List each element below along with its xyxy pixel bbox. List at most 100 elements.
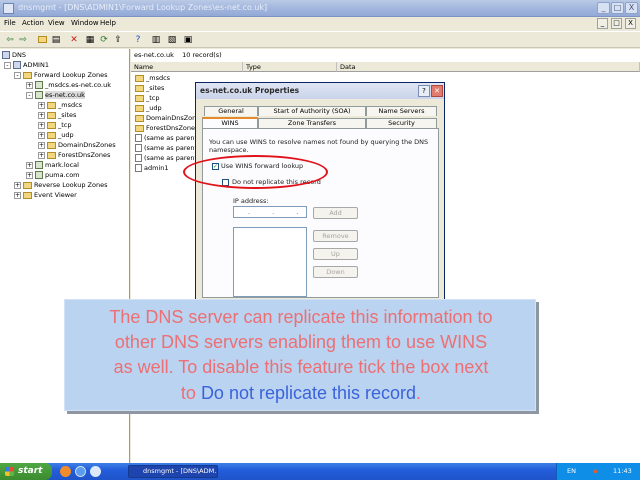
properties-dialog: es-net.co.uk Properties ? ✕ General Star… [195, 82, 445, 300]
tree-node-mark-local[interactable]: + mark.local [26, 161, 79, 169]
zone-icon [35, 91, 43, 99]
tutorial-caption: The DNS server can replicate this inform… [64, 299, 536, 411]
export-icon[interactable]: ⇪ [112, 35, 124, 46]
add-button[interactable]: Add [313, 207, 358, 219]
toolbar: ⇦ ⇨ ▤ ✕ ▦ ⟳ ⇪ ? ▥ ▧ ▣ [0, 31, 640, 48]
tab-soa[interactable]: Start of Authority (SOA) [258, 106, 366, 116]
tree-node-msdcs-zone[interactable]: + _msdcs.es-net.co.uk [26, 81, 111, 89]
ip-address-list[interactable] [233, 227, 307, 297]
server-icon[interactable]: ▥ [150, 35, 162, 46]
list-item[interactable]: _msdcs [135, 74, 170, 82]
dialog-close-button[interactable]: ✕ [431, 85, 443, 97]
menu-view[interactable]: View [48, 19, 65, 27]
delete-icon[interactable]: ✕ [68, 35, 80, 46]
dialog-help-button[interactable]: ? [418, 85, 430, 97]
folder-icon [135, 104, 144, 112]
title-bar: dnsmgmt - [DNS\ADMIN1\Forward Lookup Zon… [0, 0, 640, 17]
folder-icon [135, 124, 144, 132]
child-minimize-button[interactable]: _ [597, 18, 608, 29]
up-button[interactable]: Up [313, 248, 358, 260]
back-icon[interactable]: ⇦ [4, 35, 16, 46]
folder-icon [47, 111, 56, 119]
list-item[interactable]: admin1 [135, 164, 169, 172]
up-folder-icon[interactable] [36, 35, 48, 46]
child-close-button[interactable]: X [625, 18, 636, 29]
zone-icon [35, 161, 43, 169]
language-indicator[interactable]: EN [567, 467, 576, 475]
tree-node-reverse-lookup-zones[interactable]: + Reverse Lookup Zones [14, 181, 107, 189]
ip-address-label: IP address: [233, 197, 269, 205]
caption-line1: The DNS server can replicate this inform… [109, 307, 493, 327]
quicklaunch-icon[interactable] [90, 466, 101, 477]
zone-icon [35, 81, 43, 89]
window-title: dnsmgmt - [DNS\ADMIN1\Forward Lookup Zon… [18, 3, 268, 12]
tree-node-event-viewer[interactable]: + Event Viewer [14, 191, 77, 199]
menu-file[interactable]: File [4, 19, 16, 27]
list-item[interactable]: _udp [135, 104, 162, 112]
tab-name-servers[interactable]: Name Servers [366, 106, 437, 116]
taskbar-item-dnsmgmt[interactable]: dnsmgmt - [DNS\ADM... [128, 465, 218, 478]
column-header-type[interactable]: Type [243, 62, 337, 72]
list-item[interactable]: (same as parent [135, 134, 197, 142]
menu-help[interactable]: Help [100, 19, 116, 27]
close-button[interactable]: X [625, 2, 638, 14]
column-header-name[interactable]: Name [131, 62, 243, 72]
quicklaunch-icon[interactable] [60, 466, 71, 477]
tab-security[interactable]: Security [366, 118, 437, 128]
caption-line3: as well. To disable this feature tick th… [113, 357, 489, 377]
start-button[interactable]: start [0, 463, 52, 480]
folder-icon [47, 151, 56, 159]
ip-address-input[interactable]: . . . [233, 206, 307, 218]
caption-line4: to Do not replicate this record. [180, 383, 422, 403]
maximize-button[interactable]: □ [611, 2, 624, 14]
list-item[interactable]: (same as parent [135, 144, 197, 152]
dns-icon [2, 51, 10, 59]
folder-icon [23, 191, 32, 199]
tree-node-forward-lookup-zones[interactable]: - Forward Lookup Zones [14, 71, 107, 79]
record-icon [135, 144, 142, 152]
menu-action[interactable]: Action [22, 19, 44, 27]
tray-icon[interactable]: ◆ [593, 467, 598, 475]
tab-general[interactable]: General [204, 106, 258, 116]
tree-node-admin1[interactable]: - ADMIN1 [4, 61, 49, 69]
list-item[interactable]: _sites [135, 84, 164, 92]
record-icon [135, 154, 142, 162]
record-icon [135, 134, 142, 142]
clock: 11:43 [613, 467, 632, 475]
folder-icon [47, 101, 56, 109]
list-item[interactable]: ForestDnsZones [135, 124, 198, 132]
tree-node-domaindnszones[interactable]: + DomainDnsZones [38, 141, 116, 149]
tree-node-msdcs[interactable]: + _msdcs [38, 101, 82, 109]
properties-icon[interactable]: ▦ [84, 35, 96, 46]
tab-zone-transfers[interactable]: Zone Transfers [258, 118, 366, 128]
help-icon[interactable]: ? [132, 35, 144, 46]
column-header-data[interactable]: Data [337, 62, 640, 72]
tree-node-udp[interactable]: + _udp [38, 131, 74, 139]
menu-window[interactable]: Window [71, 19, 99, 27]
windows-flag-icon [5, 467, 14, 476]
list-item[interactable]: (same as parent [135, 154, 197, 162]
forward-icon[interactable]: ⇨ [17, 35, 29, 46]
tree-node-forestdnszones[interactable]: + ForestDnsZones [38, 151, 110, 159]
quicklaunch-icon[interactable] [75, 466, 86, 477]
folder-icon [135, 114, 144, 122]
caption-line2: other DNS servers enabling them to use W… [114, 332, 488, 352]
child-restore-button[interactable]: □ [611, 18, 622, 29]
record-icon[interactable]: ▣ [182, 35, 194, 46]
refresh-icon[interactable]: ⟳ [98, 35, 110, 46]
tree-node-es-net[interactable]: - es-net.co.uk [26, 91, 85, 99]
list-item[interactable]: _tcp [135, 94, 160, 102]
minimize-button[interactable]: _ [597, 2, 610, 14]
taskbar: start dnsmgmt - [DNS\ADM... EN ◆ 11:43 [0, 463, 640, 480]
tab-wins[interactable]: WINS [202, 117, 258, 128]
zone-icon[interactable]: ▧ [166, 35, 178, 46]
down-button[interactable]: Down [313, 266, 358, 278]
show-hide-tree-icon[interactable]: ▤ [50, 35, 62, 46]
tree-node-puma-com[interactable]: + puma.com [26, 171, 80, 179]
list-item[interactable]: DomainDnsZones [135, 114, 204, 122]
tree-node-sites[interactable]: + _sites [38, 111, 76, 119]
remove-button[interactable]: Remove [313, 230, 358, 242]
system-tray: EN ◆ 11:43 [556, 463, 640, 480]
tree-node-tcp[interactable]: + _tcp [38, 121, 72, 129]
tree-node-dns[interactable]: DNS [2, 51, 26, 59]
